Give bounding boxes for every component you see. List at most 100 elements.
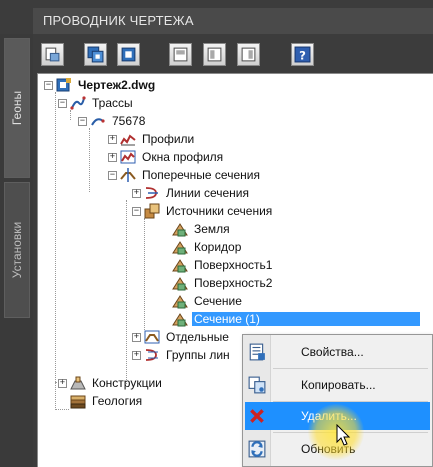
tree-node-section-sources[interactable]: − Источники сечения	[132, 202, 274, 220]
tree-label-source: Сечение	[194, 294, 242, 308]
menu-separator	[273, 368, 428, 369]
panel-split-button[interactable]	[237, 43, 260, 66]
help-button[interactable]: ?	[291, 43, 314, 66]
menu-label-refresh: Обновить	[301, 442, 356, 456]
tree-node-alignments[interactable]: − Трассы	[58, 94, 135, 112]
panel-bottom-icon	[173, 47, 188, 62]
assembly-icon	[70, 376, 86, 390]
tree-label-source: Земля	[194, 222, 230, 236]
context-menu: Свойства... Копировать... Удалить... Обн…	[242, 334, 433, 467]
tree-label-source: Поверхность2	[194, 276, 273, 290]
collapse-toggle[interactable]: −	[44, 80, 53, 90]
surface-source-icon	[172, 277, 188, 291]
expand-toggle[interactable]: +	[132, 350, 141, 360]
surface-source-icon	[172, 223, 188, 237]
tree-node-source[interactable]: Коридор	[160, 238, 243, 256]
tab-geony[interactable]: Геоны	[4, 38, 30, 178]
toggle-mode-icon	[45, 47, 60, 62]
tree-label-section-views: Отдельные	[166, 330, 229, 344]
collapse-toggle[interactable]: −	[132, 206, 141, 216]
tree-label-sections: Поперечные сечения	[142, 168, 260, 182]
section-source-icon	[172, 295, 188, 309]
expand-toggle[interactable]: +	[58, 378, 67, 388]
tree-label-profiles: Профили	[142, 132, 195, 146]
alignment-icon	[70, 96, 86, 110]
tree-label-source: Поверхность1	[194, 258, 273, 272]
section-source-icon	[172, 313, 188, 327]
profile-icon	[120, 134, 136, 146]
expand-toggle[interactable]: +	[108, 134, 117, 144]
menu-label-copy: Копировать...	[301, 378, 376, 392]
toggle-mode-button[interactable]	[41, 43, 64, 66]
corridor-source-icon	[172, 241, 188, 255]
tab-ustanovki-label: Установки	[10, 221, 25, 279]
section-source-icon	[144, 203, 160, 219]
menu-item-delete[interactable]: Удалить...	[245, 402, 430, 430]
tree-node-assemblies[interactable]: + Конструкции	[58, 374, 164, 392]
app-window: ПРОВОДНИК ЧЕРТЕЖА Геоны Установки ? − Че…	[0, 0, 433, 467]
tree-label-assemblies: Конструкции	[92, 376, 162, 390]
tree-view-icon	[87, 46, 104, 63]
expand-toggle[interactable]: +	[132, 332, 141, 342]
tree-node-root[interactable]: − Чертеж2.dwg	[44, 76, 157, 94]
panel-right-icon	[207, 47, 222, 62]
tree-label-alignments: Трассы	[92, 96, 133, 110]
alignment-icon	[91, 118, 105, 126]
delete-icon	[245, 404, 269, 428]
collapse-toggle[interactable]: −	[108, 170, 117, 180]
tree-node-section-views[interactable]: + Отдельные	[132, 328, 231, 346]
svg-text:?: ?	[299, 48, 306, 62]
refresh-icon	[245, 437, 269, 461]
menu-label-properties: Свойства...	[301, 345, 364, 359]
panel-title: ПРОВОДНИК ЧЕРТЕЖА	[33, 8, 433, 34]
properties-icon	[245, 340, 269, 364]
tab-ustanovki[interactable]: Установки	[4, 182, 30, 318]
menu-item-copy[interactable]: Копировать...	[245, 371, 430, 399]
panel-right-button[interactable]	[203, 43, 226, 66]
tree-node-source[interactable]: Поверхность2	[160, 274, 274, 292]
panel-bottom-button[interactable]	[169, 43, 192, 66]
tree-node-source-selected[interactable]: Сечение (1)	[160, 310, 420, 328]
tree-label-source: Коридор	[194, 240, 242, 254]
tab-geony-label: Геоны	[10, 90, 25, 126]
tree-node-sections[interactable]: − Поперечные сечения	[108, 166, 262, 184]
tree-node-source[interactable]: Поверхность1	[160, 256, 274, 274]
tree-label-section-view-groups: Группы лин	[166, 348, 230, 362]
copy-icon	[245, 373, 269, 397]
tree-label-root: Чертеж2.dwg	[78, 78, 156, 92]
tree-label-sample-lines: Линии сечения	[166, 186, 249, 200]
panel-split-icon	[241, 47, 256, 62]
menu-item-refresh[interactable]: Обновить	[245, 435, 430, 463]
expand-toggle[interactable]: +	[108, 152, 117, 162]
tree-label-geology: Геология	[92, 394, 143, 408]
menu-item-properties[interactable]: Свойства...	[245, 338, 430, 366]
collapse-toggle[interactable]: −	[78, 116, 87, 126]
surface-source-icon	[172, 259, 188, 273]
tree-label-section-sources: Источники сечения	[166, 204, 273, 218]
profile-view-icon	[120, 150, 136, 164]
tree-node-sample-lines[interactable]: + Линии сечения	[132, 184, 251, 202]
tree-node-geology[interactable]: Геология	[70, 392, 144, 410]
section-icon	[120, 168, 136, 182]
expand-toggle[interactable]: +	[132, 188, 141, 198]
tree-label-source-selected: Сечение (1)	[192, 312, 420, 326]
drawing-icon	[56, 78, 71, 92]
tree-node-source[interactable]: Земля	[160, 220, 232, 238]
tree-label-alignment-name: 75678	[112, 114, 146, 128]
tree-node-alignment[interactable]: − 75678	[78, 112, 147, 130]
tree-node-profile-views[interactable]: + Окна профиля	[108, 148, 225, 166]
tree-node-section-view-groups[interactable]: + Группы лин	[132, 346, 232, 364]
tree-label-profile-views: Окна профиля	[142, 150, 224, 164]
item-view-button[interactable]	[117, 43, 140, 66]
section-view-icon	[144, 330, 160, 344]
tree-node-profiles[interactable]: + Профили	[108, 130, 196, 148]
help-icon: ?	[294, 46, 311, 63]
tree-view-button[interactable]	[84, 43, 107, 66]
menu-label-delete: Удалить...	[301, 409, 357, 423]
sample-line-icon	[145, 187, 158, 199]
tree-node-source[interactable]: Сечение	[160, 292, 244, 310]
collapse-toggle[interactable]: −	[58, 98, 67, 108]
geology-icon	[70, 395, 86, 409]
side-tab-strip: Геоны Установки	[0, 34, 33, 467]
sample-line-group-icon	[145, 349, 158, 361]
